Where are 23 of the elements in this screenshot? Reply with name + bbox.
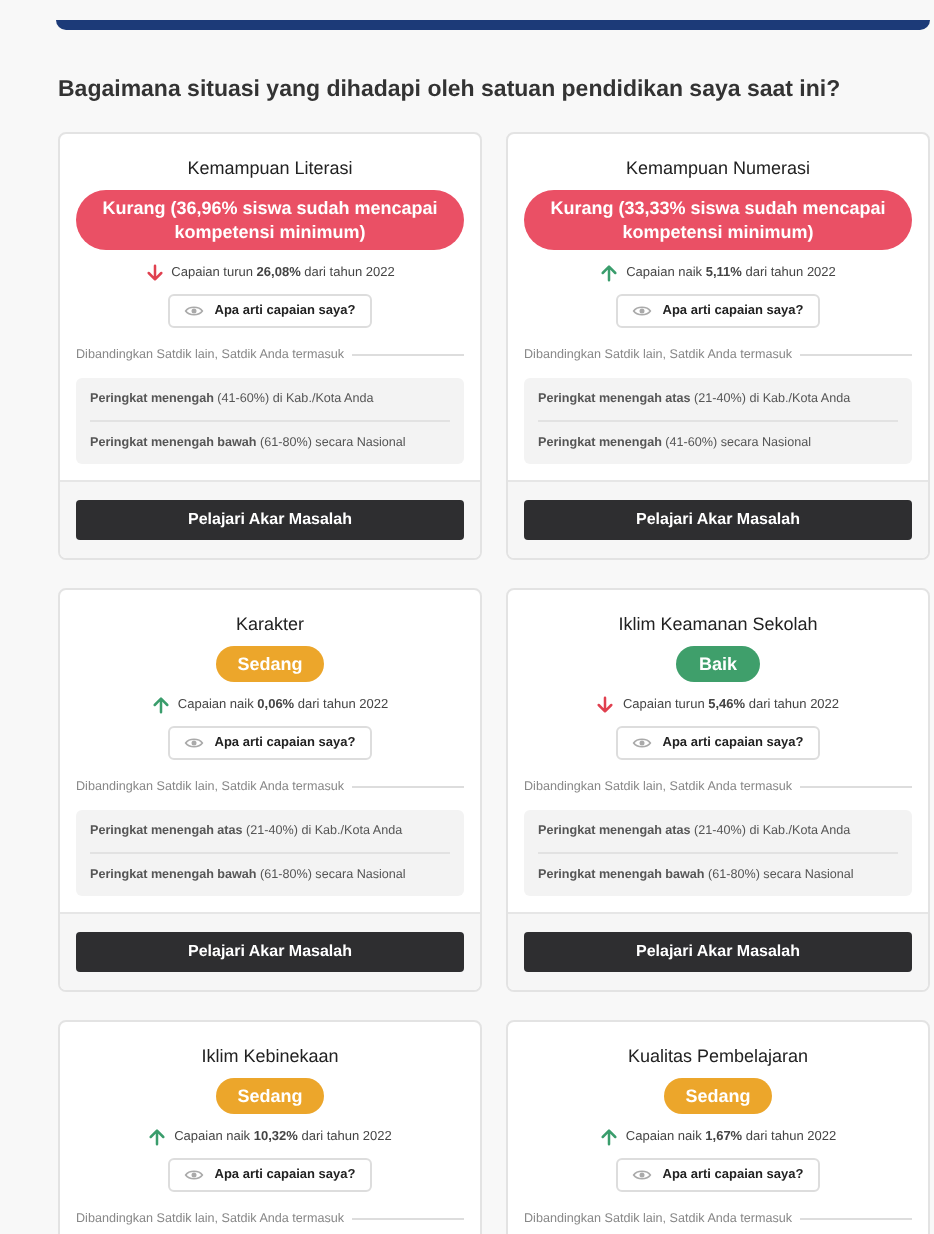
card-title: Kemampuan Numerasi bbox=[625, 156, 811, 181]
card-title: Kualitas Pembelajaran bbox=[627, 1044, 809, 1069]
card-title: Iklim Keamanan Sekolah bbox=[618, 612, 818, 637]
eye-icon bbox=[184, 736, 205, 751]
card-title: Karakter bbox=[235, 612, 304, 637]
eye-icon bbox=[632, 736, 653, 751]
learn-button[interactable]: Pelajari Akar Masalah bbox=[76, 932, 464, 973]
card-title: Iklim Kebinekaan bbox=[201, 1044, 339, 1069]
eye-icon bbox=[184, 1168, 205, 1183]
status-badge: Kurang (36,96% siswa sudah mencapai kompetensi minimum) bbox=[76, 190, 464, 251]
section-heading: Bagaimana situasi yang dihadapi oleh satuan pendidikan saya saat ini? bbox=[58, 76, 843, 106]
eye-icon bbox=[632, 304, 653, 319]
status-badge: Kurang (33,33% siswa sudah mencapai kompetensi minimum) bbox=[524, 190, 912, 251]
learn-button[interactable]: Pelajari Akar Masalah bbox=[524, 932, 912, 973]
learn-button[interactable]: Pelajari Akar Masalah bbox=[524, 500, 912, 541]
card-title: Kemampuan Literasi bbox=[187, 156, 353, 181]
status-badge: Sedang bbox=[216, 1078, 324, 1115]
eye-icon bbox=[184, 304, 205, 319]
learn-button[interactable]: Pelajari Akar Masalah bbox=[76, 500, 464, 541]
eye-icon bbox=[632, 1168, 653, 1183]
status-badge: Sedang bbox=[664, 1078, 772, 1115]
status-badge: Baik bbox=[676, 646, 760, 683]
status-badge: Sedang bbox=[216, 646, 324, 683]
